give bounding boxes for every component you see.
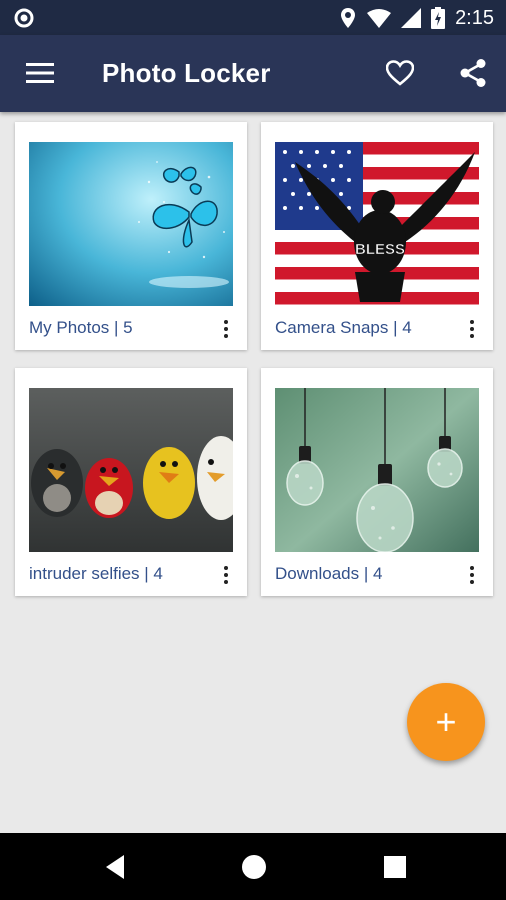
light-bulbs-thumbnail-image xyxy=(275,388,479,552)
hamburger-menu-icon[interactable] xyxy=(26,62,54,84)
flag-eagle-thumbnail-image: BLESS xyxy=(275,142,479,306)
battery-charging-icon xyxy=(431,7,446,29)
share-icon[interactable] xyxy=(459,58,487,88)
notification-circle-icon xyxy=(14,8,34,28)
butterfly-thumbnail-image xyxy=(29,142,233,306)
album-card-intruder-selfies[interactable]: intruder selfies | 4 xyxy=(15,368,247,596)
recents-icon[interactable] xyxy=(381,853,409,881)
plus-icon: + xyxy=(435,701,457,742)
cellular-signal-icon xyxy=(401,8,422,28)
album-card-downloads[interactable]: Downloads | 4 xyxy=(261,368,493,596)
system-navigation-bar xyxy=(0,833,506,900)
app-bar: Photo Locker xyxy=(0,35,506,112)
album-label[interactable]: My Photos | 5 xyxy=(29,318,133,338)
album-label[interactable]: intruder selfies | 4 xyxy=(29,564,163,584)
back-icon[interactable] xyxy=(102,853,130,881)
album-card-camera-snaps[interactable]: BLESS Camera Snaps | 4 xyxy=(261,122,493,350)
album-thumbnail[interactable] xyxy=(29,142,233,306)
status-bar: 2:15 xyxy=(0,0,506,35)
album-label[interactable]: Downloads | 4 xyxy=(275,564,382,584)
more-options-icon[interactable] xyxy=(221,565,231,585)
album-thumbnail[interactable] xyxy=(275,388,479,552)
wifi-icon xyxy=(367,9,392,28)
more-options-icon[interactable] xyxy=(467,565,477,585)
album-thumbnail[interactable]: BLESS xyxy=(275,142,479,306)
more-options-icon[interactable] xyxy=(467,319,477,339)
add-album-button[interactable]: + xyxy=(407,683,485,761)
more-options-icon[interactable] xyxy=(221,319,231,339)
birds-thumbnail-image xyxy=(29,388,233,552)
status-time: 2:15 xyxy=(455,7,494,29)
location-icon xyxy=(341,8,356,28)
album-card-my-photos[interactable]: My Photos | 5 xyxy=(15,122,247,350)
flag-image-lettering: BLESS xyxy=(355,241,405,258)
album-thumbnail[interactable] xyxy=(29,388,233,552)
favorite-heart-icon[interactable] xyxy=(386,59,414,87)
app-title: Photo Locker xyxy=(102,58,271,88)
home-icon[interactable] xyxy=(240,853,268,881)
album-label[interactable]: Camera Snaps | 4 xyxy=(275,318,412,338)
status-icons: 2:15 xyxy=(339,5,494,31)
